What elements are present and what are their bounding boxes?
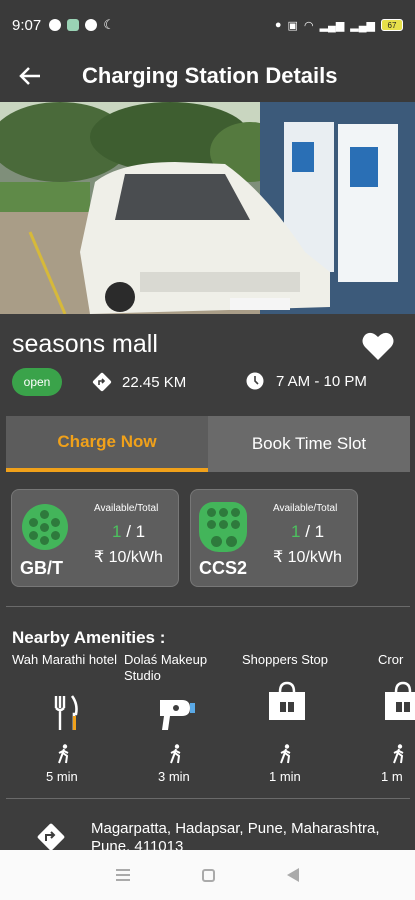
action-tabs: Charge Now Book Time Slot <box>6 416 410 472</box>
connector-card-ccs2[interactable]: CCS2 Available/Total 1 / 1 ₹ 10/kWh <box>190 489 358 587</box>
location-icon: ● <box>274 19 282 31</box>
amenity-name: Dolaś Makeup Studio <box>124 652 208 683</box>
restaurant-icon <box>54 695 78 730</box>
clock-icon <box>246 372 264 390</box>
walking-icon <box>280 744 291 764</box>
walking-icon <box>393 744 404 764</box>
app-notification-icon <box>67 19 80 31</box>
connector-type: GB/T <box>20 558 63 578</box>
availability-label: Available/Total <box>94 503 159 514</box>
shopping-bag-icon <box>385 681 415 720</box>
hours-info: 7 AM - 10 PM <box>246 372 367 390</box>
station-name: seasons mall <box>12 330 158 358</box>
amenity-item[interactable]: Dolaś Makeup Studio 3 min <box>124 652 244 784</box>
connector-price: ₹ 10/kWh <box>273 549 342 566</box>
shopping-bag-icon <box>269 681 305 720</box>
recent-apps-icon[interactable] <box>116 869 130 881</box>
amenity-name: Wah Marathi hotel <box>12 652 118 667</box>
connector-card-gbt[interactable]: GB/T Available/Total 1 / 1 ₹ 10/kWh <box>11 489 179 587</box>
amenity-item[interactable]: Wah Marathi hotel 5 min <box>12 652 132 784</box>
tab-book-time-slot[interactable]: Book Time Slot <box>208 416 410 472</box>
status-bar: 9:07 ☾ ● ▣ ◠ ▂▄▆ ▂▄▆ 67 <box>0 0 415 50</box>
signal-icon-2: ▂▄▆ <box>350 19 375 32</box>
amenity-walk-time: 5 min <box>46 769 78 784</box>
status-time: 9:07 <box>12 16 42 34</box>
divider <box>6 606 410 607</box>
availability-count: 1 / 1 <box>112 522 145 542</box>
directions-icon[interactable] <box>34 820 68 854</box>
directions-icon <box>92 372 112 392</box>
moon-icon: ☾ <box>103 17 115 32</box>
wifi-icon: ◠ <box>303 19 314 32</box>
walking-icon <box>170 744 181 764</box>
hair-dryer-icon <box>160 700 195 730</box>
favorite-heart-icon[interactable] <box>362 331 394 361</box>
navigation-icon <box>85 19 98 31</box>
walking-icon <box>58 744 69 764</box>
distance-text: 22.45 KM <box>122 373 187 391</box>
amenity-walk-time: 1 m <box>381 769 403 784</box>
divider <box>6 798 410 799</box>
whatsapp-icon <box>49 19 62 31</box>
back-button[interactable] <box>0 50 60 102</box>
tab-charge-now[interactable]: Charge Now <box>6 416 208 472</box>
connector-price: ₹ 10/kWh <box>94 549 163 566</box>
notification-icons: ☾ <box>49 17 115 33</box>
total-count: / 1 <box>126 522 146 541</box>
distance-info: 22.45 KM <box>92 372 186 392</box>
availability-label: Available/Total <box>273 503 338 514</box>
ccs2-plug-icon <box>199 502 247 552</box>
available-count: 1 <box>112 522 122 541</box>
volte-icon: ▣ <box>287 19 298 32</box>
total-count: / 1 <box>305 522 325 541</box>
amenities-title: Nearby Amenities : <box>12 628 166 647</box>
amenity-walk-time: 1 min <box>269 769 301 784</box>
arrow-left-icon <box>19 67 40 85</box>
amenity-walk-time: 3 min <box>158 769 190 784</box>
connector-type: CCS2 <box>199 558 248 578</box>
station-photo <box>0 102 415 314</box>
back-triangle-icon[interactable] <box>287 868 299 882</box>
system-icons: ● ▣ ◠ ▂▄▆ ▂▄▆ 67 <box>275 19 403 32</box>
amenity-item[interactable]: Shoppers Stop 1 min <box>242 652 362 784</box>
app-bar: Charging Station Details <box>0 50 415 102</box>
signal-icon-1: ▂▄▆ <box>319 19 345 32</box>
availability-count: 1 / 1 <box>291 522 324 542</box>
gbt-plug-icon <box>22 504 68 550</box>
status-badge: open <box>12 368 62 396</box>
battery-icon: 67 <box>381 19 403 31</box>
home-icon[interactable] <box>202 868 215 882</box>
hours-text: 7 AM - 10 PM <box>276 372 367 390</box>
amenity-item[interactable]: Cror 1 m <box>378 652 415 792</box>
system-nav-bar <box>0 850 415 900</box>
available-count: 1 <box>291 522 301 541</box>
page-title: Charging Station Details <box>82 63 338 88</box>
